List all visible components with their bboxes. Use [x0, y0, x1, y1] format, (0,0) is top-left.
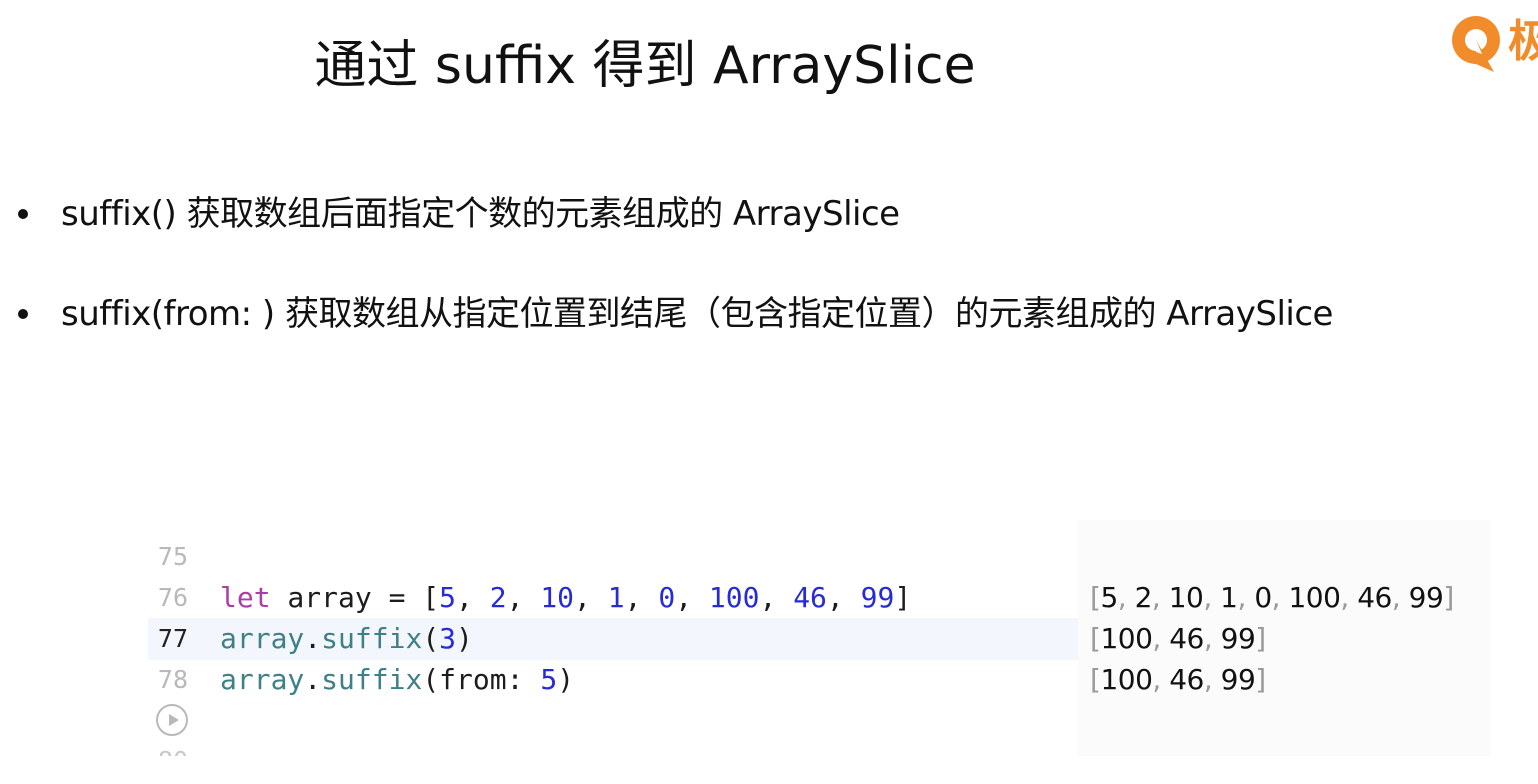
code-token: array [220, 663, 305, 696]
result-element: 100 [1100, 663, 1153, 696]
bullet-item: suffix(from: ) 获取数组从指定位置到结尾（包含指定位置）的元素组成… [18, 292, 1333, 336]
code-token: 10 [540, 581, 575, 614]
result-bracket: [ [1090, 581, 1101, 614]
result-separator: , [1340, 581, 1358, 614]
code-token: (from: [422, 663, 541, 696]
code-token: ) [456, 622, 473, 655]
code-token: 5 [439, 581, 457, 614]
code-token: suffix [321, 663, 423, 696]
line-number-partial: 80 [156, 746, 188, 756]
code-token: ] [894, 581, 912, 614]
play-icon[interactable] [156, 704, 188, 736]
slide-title: 通过 suffix 得到 ArraySlice [314, 36, 976, 96]
code-token: let [220, 581, 271, 614]
result-value[interactable]: [100, 46, 99] [1090, 659, 1266, 701]
result-separator: , [1203, 581, 1221, 614]
result-separator: , [1117, 581, 1135, 614]
brand-logo: 极 [1446, 8, 1538, 78]
bullet-text: suffix() 获取数组后面指定个数的元素组成的 ArraySlice [61, 194, 900, 234]
code-token: 3 [439, 622, 457, 655]
bullet-dot [18, 309, 28, 319]
result-separator: , [1203, 663, 1221, 696]
result-bracket: [ [1090, 663, 1101, 696]
result-bracket: ] [1443, 581, 1454, 614]
result-element: 100 [1100, 622, 1153, 655]
line-number-partial: 74 [156, 520, 188, 526]
code-token: , [675, 581, 709, 614]
logo-character: 极 [1508, 16, 1538, 67]
result-element: 10 [1168, 581, 1204, 614]
line-number: 77 [157, 624, 188, 653]
line-number: 76 [157, 583, 188, 612]
code-line[interactable]: 75 [148, 536, 1078, 578]
brand-logo-icon [1452, 16, 1500, 72]
result-value[interactable]: [100, 46, 99] [1090, 618, 1266, 660]
code-token: . [304, 663, 322, 696]
code-token: , [759, 581, 794, 614]
code-token: ) [557, 663, 575, 696]
code-text[interactable]: array.suffix(3) [220, 618, 473, 660]
line-number: 78 [157, 665, 188, 694]
code-token: 46 [793, 581, 827, 614]
result-value[interactable]: [5, 2, 10, 1, 0, 100, 46, 99] [1090, 577, 1454, 619]
result-element: 46 [1357, 581, 1392, 614]
code-token: array [220, 622, 305, 655]
result-element: 0 [1254, 581, 1272, 614]
code-token: array = [ [270, 581, 440, 614]
result-bracket: ] [1255, 622, 1266, 655]
code-token: . [304, 622, 322, 655]
result-element: 99 [1408, 581, 1444, 614]
bullet-dot [18, 209, 28, 219]
code-token: ( [422, 622, 440, 655]
result-separator: , [1152, 622, 1170, 655]
code-line[interactable]: 76 let array = [5, 2, 10, 1, 0, 100, 46,… [148, 577, 1078, 619]
code-text[interactable]: let array = [5, 2, 10, 1, 0, 100, 46, 99… [220, 577, 911, 619]
code-token: , [506, 581, 541, 614]
result-element: 1 [1220, 581, 1238, 614]
code-token: , [624, 581, 659, 614]
bullet-text: suffix(from: ) 获取数组从指定位置到结尾（包含指定位置）的元素组成… [61, 294, 1333, 334]
code-token: 99 [860, 581, 895, 614]
code-text[interactable]: array.suffix(from: 5) [220, 659, 574, 701]
result-separator: , [1152, 663, 1170, 696]
result-separator: , [1203, 622, 1221, 655]
result-separator: , [1237, 581, 1255, 614]
result-separator: , [1151, 581, 1169, 614]
code-token: suffix [321, 622, 423, 655]
code-token: 2 [489, 581, 507, 614]
result-element: 46 [1169, 622, 1204, 655]
code-token: , [574, 581, 608, 614]
result-element: 2 [1134, 581, 1153, 614]
result-separator: , [1271, 581, 1289, 614]
code-line-current[interactable]: 77 array.suffix(3) [148, 618, 1078, 660]
result-element: 46 [1169, 663, 1204, 696]
result-element: 5 [1100, 581, 1118, 614]
code-token: , [456, 581, 490, 614]
result-element: 100 [1288, 581, 1341, 614]
code-token: 0 [658, 581, 676, 614]
code-token: 5 [540, 663, 558, 696]
code-line[interactable]: 78 array.suffix(from: 5) [148, 659, 1078, 701]
bullet-item: suffix() 获取数组后面指定个数的元素组成的 ArraySlice [18, 192, 900, 236]
result-bracket: [ [1090, 622, 1101, 655]
line-number: 75 [157, 542, 188, 571]
code-token: 1 [607, 581, 625, 614]
result-separator: , [1391, 581, 1409, 614]
code-token: , [826, 581, 861, 614]
result-element: 99 [1220, 663, 1256, 696]
playground-editor[interactable]: 74 75 76 let array = [5, 2, 10, 1, 0, 10… [148, 520, 1490, 756]
result-element: 99 [1220, 622, 1256, 655]
result-bracket: ] [1255, 663, 1266, 696]
code-token: 100 [708, 581, 760, 614]
